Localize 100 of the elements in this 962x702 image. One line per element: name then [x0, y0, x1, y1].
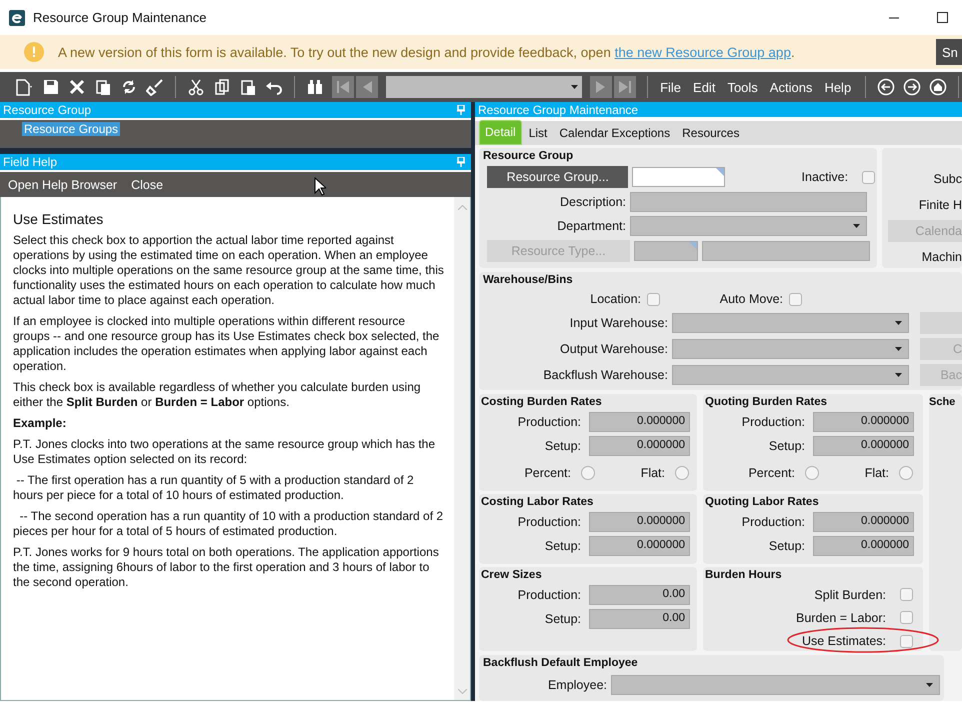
pin-icon[interactable]: [457, 157, 465, 167]
input-field[interactable]: 0.00: [589, 585, 690, 605]
field-label: Description:: [559, 195, 626, 209]
paste-icon[interactable]: [238, 78, 257, 96]
input-field[interactable]: 0.000000: [589, 512, 690, 532]
menu-item[interactable]: File: [659, 80, 682, 94]
checkbox[interactable]: [900, 611, 913, 624]
previous-record-button[interactable]: [356, 76, 378, 98]
radio-button[interactable]: [581, 466, 595, 480]
field-label: Production:: [740, 415, 805, 429]
dropdown[interactable]: [611, 675, 940, 695]
broom-icon[interactable]: [146, 78, 164, 96]
menu-item[interactable]: Help: [823, 80, 852, 94]
help-paragraph: P.T. Jones clocks into two operations at the same resource group which has the Use Estimates option selected on its record:: [13, 437, 436, 467]
checkbox[interactable]: [900, 634, 913, 648]
checkbox[interactable]: [789, 292, 802, 306]
tab[interactable]: Resources: [677, 122, 744, 145]
maximize-icon[interactable]: [936, 12, 948, 23]
app-logo-icon: [9, 10, 25, 26]
refresh-icon[interactable]: [120, 78, 138, 96]
input-field[interactable]: 0.000000: [813, 536, 914, 556]
field-label: Inactive:: [800, 170, 848, 184]
section-title: Warehouse/Bins: [482, 273, 574, 286]
banner-message: A new version of this form is available. To try out the new design and provide feedback, open the new Resource Group app.: [58, 44, 796, 60]
scroll-down-icon[interactable]: [458, 689, 466, 694]
dropdown[interactable]: [672, 313, 910, 333]
help-heading: Use Estimates: [13, 211, 104, 227]
dropdown[interactable]: [630, 216, 867, 236]
clipboard-stack-icon[interactable]: [94, 78, 112, 96]
input-field[interactable]: [630, 192, 867, 212]
delete-icon[interactable]: [68, 78, 86, 96]
tab[interactable]: List: [524, 122, 552, 145]
caret-icon: [853, 224, 860, 228]
input-field[interactable]: 0.000000: [813, 512, 914, 532]
field-label: Finite H: [918, 197, 962, 214]
corner-icon: [689, 242, 697, 250]
help-paragraph: P.T. Jones works for 9 hours total on both operations. The application apportions the time, assigning 6hours of labor to the first operation and 3 hours of labor to the second operation.: [13, 545, 440, 590]
field-label: Department:: [556, 219, 626, 233]
input-field[interactable]: 0.000000: [813, 436, 914, 456]
save-icon[interactable]: [42, 78, 60, 96]
field-label: Percent:: [523, 466, 571, 480]
forward-icon[interactable]: [903, 78, 922, 96]
field-label: Production:: [516, 415, 581, 429]
field-label: Flat:: [640, 466, 665, 480]
help-paragraph: -- The second operation has a run quantity of 10 with a production standard of 2 pieces per hour for a total of 5 hours of estimated production.: [13, 509, 444, 539]
field-label: Employee:: [546, 678, 607, 692]
section-title: Costing Burden Rates: [480, 395, 603, 408]
caret-icon: [895, 373, 902, 377]
help-paragraph: -- The first operation has a run quantity of 5 with a production standard of 2 hours per piece for a total of 10 hours of estimated production.: [13, 473, 415, 503]
radio-button[interactable]: [675, 466, 689, 480]
field-label: Production:: [516, 588, 581, 602]
help-action[interactable]: Open Help Browser: [8, 178, 118, 192]
cut-icon[interactable]: [186, 78, 205, 96]
caret-icon: [926, 683, 933, 687]
input-field[interactable]: 0.000000: [813, 412, 914, 432]
input-field[interactable]: 0.000000: [589, 412, 690, 432]
tab[interactable]: Calendar Exceptions: [554, 122, 676, 145]
help-subheading: Example:: [13, 416, 68, 431]
field-label: Machin: [922, 249, 962, 266]
menu-item[interactable]: Actions: [768, 80, 814, 94]
checkbox[interactable]: [862, 170, 876, 184]
back-icon[interactable]: [877, 78, 896, 96]
caret-icon: [571, 85, 578, 89]
pin-icon[interactable]: [457, 105, 465, 115]
menu-item[interactable]: Tools: [726, 80, 759, 94]
resource-group-button[interactable]: Resource Group...: [487, 166, 628, 188]
binoculars-icon[interactable]: [306, 78, 324, 96]
home-icon[interactable]: [929, 78, 948, 96]
field-label: Setup:: [768, 439, 805, 453]
radio-button[interactable]: [805, 466, 819, 480]
dropdown[interactable]: [672, 339, 910, 359]
last-record-button[interactable]: [614, 76, 636, 98]
input-field[interactable]: 0.000000: [589, 536, 690, 556]
next-record-button[interactable]: [590, 76, 612, 98]
panel-title: Field Help: [3, 155, 58, 169]
section-title: Quoting Labor Rates: [704, 495, 820, 508]
first-record-button[interactable]: [332, 76, 354, 98]
caret-icon: [895, 321, 902, 325]
corner-icon: [716, 168, 724, 176]
checkbox[interactable]: [900, 588, 913, 602]
warning-icon: [24, 42, 44, 62]
help-action[interactable]: Close: [131, 178, 164, 192]
banner-button[interactable]: Sn: [936, 39, 962, 65]
dropdown[interactable]: [672, 365, 910, 385]
input-field[interactable]: 0.00: [589, 609, 690, 629]
input-field[interactable]: 0.000000: [589, 436, 690, 456]
panel-title: Resource Group Maintenance: [478, 102, 638, 116]
checkbox[interactable]: [647, 292, 660, 306]
input-field[interactable]: [632, 167, 726, 187]
menu-item[interactable]: Edit: [692, 80, 716, 94]
minimize-icon[interactable]: [889, 16, 899, 18]
previous-icon: [362, 80, 372, 94]
input-field[interactable]: [634, 241, 698, 261]
input-field[interactable]: [702, 241, 870, 261]
last-icon: [619, 80, 632, 94]
radio-button[interactable]: [899, 466, 913, 480]
copy-icon[interactable]: [212, 78, 231, 96]
help-paragraph: If an employee is clocked into multiple operations within different resource groups -- and one resource group has its Use Estimates check box selected, the application includes the operation estimates when applying labor against each operation.: [13, 314, 440, 374]
scroll-up-icon[interactable]: [458, 205, 466, 210]
help-paragraph: This check box is available regardless of whether you calculate burden using either the Split Burden or Burden = Labor options.: [13, 380, 422, 410]
